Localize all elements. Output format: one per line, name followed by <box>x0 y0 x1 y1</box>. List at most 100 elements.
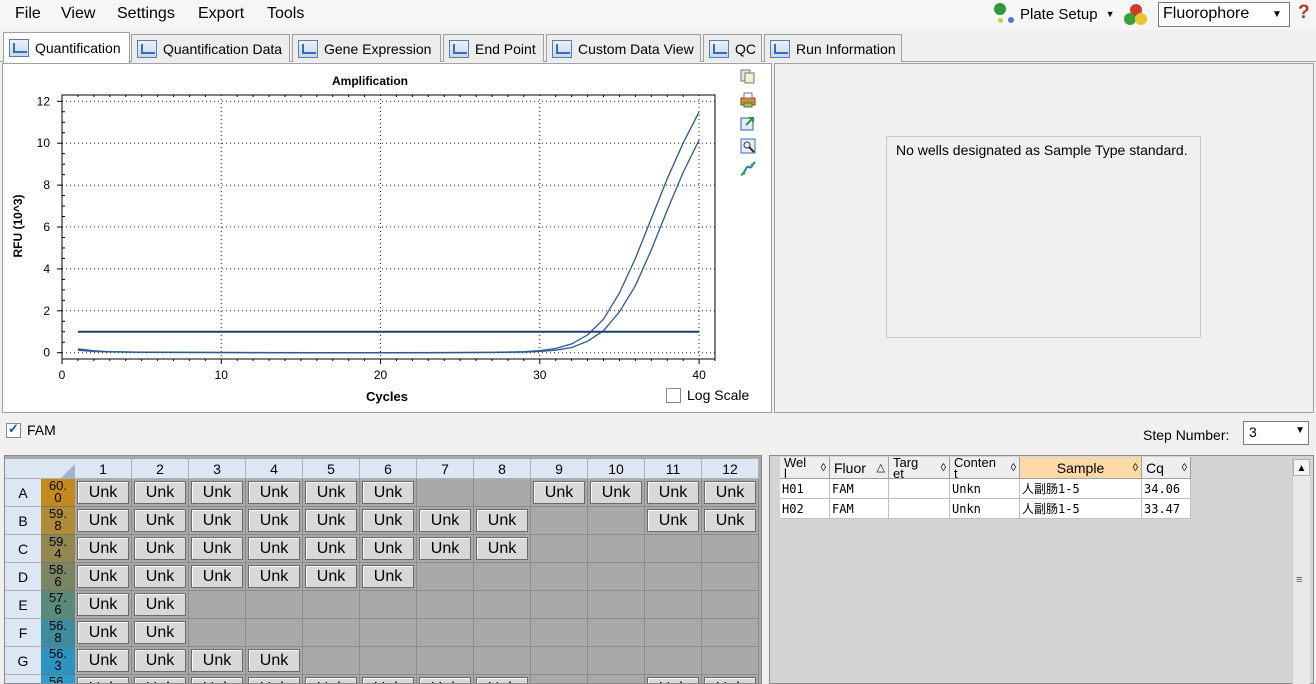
plate-well[interactable] <box>645 591 702 619</box>
results-column-header[interactable]: Sample ◊ <box>1020 457 1142 479</box>
plate-well[interactable]: Unk <box>246 535 303 563</box>
plate-column-header[interactable]: 12 <box>702 459 759 479</box>
plate-column-header[interactable]: 3 <box>189 459 246 479</box>
plate-well[interactable]: Unk <box>75 591 132 619</box>
plate-well[interactable]: Unk <box>645 675 702 683</box>
plate-well[interactable]: Unk <box>189 507 246 535</box>
plate-well[interactable]: Unk <box>303 675 360 683</box>
plate-well[interactable] <box>588 591 645 619</box>
sort-icon[interactable]: △ <box>877 457 885 478</box>
menu-tools[interactable]: Tools <box>267 5 304 23</box>
plate-well[interactable] <box>702 591 759 619</box>
plate-well[interactable]: Unk <box>246 647 303 675</box>
results-cell[interactable]: Unkn <box>950 479 1020 499</box>
results-cell[interactable]: FAM <box>830 499 889 519</box>
plate-row-header[interactable]: D <box>5 563 41 591</box>
plate-well[interactable] <box>588 647 645 675</box>
results-column-header[interactable]: Fluor △ <box>830 457 889 479</box>
plate-well[interactable]: Unk <box>303 507 360 535</box>
plate-column-header[interactable]: 10 <box>588 459 645 479</box>
tab-run-information[interactable]: Run Information <box>764 34 902 62</box>
plate-row-header[interactable]: C <box>5 535 41 563</box>
plate-well[interactable]: Unk <box>303 563 360 591</box>
plate-column-header[interactable]: 5 <box>303 459 360 479</box>
plate-well[interactable] <box>474 591 531 619</box>
plate-well[interactable] <box>360 647 417 675</box>
results-column-header[interactable]: Cq ◊ <box>1142 457 1191 479</box>
plate-well[interactable] <box>417 591 474 619</box>
sort-icon[interactable]: ◊ <box>1182 457 1187 478</box>
menu-file[interactable]: File <box>15 5 41 23</box>
tab-quantification-data[interactable]: Quantification Data <box>131 34 290 62</box>
results-cell[interactable]: 人副肠1-5 <box>1020 499 1142 519</box>
plate-well[interactable] <box>702 535 759 563</box>
plate-well[interactable]: Unk <box>246 563 303 591</box>
plate-row-header[interactable]: H <box>5 675 41 683</box>
plate-well[interactable]: Unk <box>189 479 246 507</box>
plate-well[interactable] <box>588 675 645 683</box>
plate-well[interactable]: Unk <box>303 479 360 507</box>
plate-well[interactable]: Unk <box>588 479 645 507</box>
log-scale-checkbox[interactable] <box>666 387 681 403</box>
plate-well[interactable] <box>531 591 588 619</box>
sort-icon[interactable]: ◊ <box>1011 457 1016 478</box>
fam-filter[interactable]: FAM <box>6 421 56 438</box>
sort-icon[interactable]: ◊ <box>941 457 946 478</box>
plate-well[interactable] <box>531 507 588 535</box>
results-cell[interactable]: 33.47 <box>1142 499 1191 519</box>
help-icon[interactable]: ? <box>1298 2 1310 24</box>
plate-well[interactable]: Unk <box>531 479 588 507</box>
plate-well[interactable] <box>588 507 645 535</box>
tab-qc[interactable]: QC <box>703 34 762 62</box>
menu-view[interactable]: View <box>61 5 95 23</box>
plate-well[interactable]: Unk <box>132 479 189 507</box>
plate-well[interactable]: Unk <box>246 507 303 535</box>
plate-well[interactable]: Unk <box>189 563 246 591</box>
plate-well[interactable]: Unk <box>303 535 360 563</box>
results-cell[interactable] <box>889 499 950 519</box>
plate-well[interactable]: Unk <box>702 507 759 535</box>
plate-well[interactable]: Unk <box>132 675 189 683</box>
tab-custom-data-view[interactable]: Custom Data View <box>546 34 701 62</box>
plate-row-header[interactable]: B <box>5 507 41 535</box>
plate-well[interactable]: Unk <box>189 535 246 563</box>
plate-well[interactable] <box>246 619 303 647</box>
plate-well[interactable]: Unk <box>189 675 246 683</box>
plate-well[interactable]: Unk <box>75 563 132 591</box>
plate-well[interactable] <box>702 563 759 591</box>
sort-icon[interactable]: ◊ <box>821 457 826 478</box>
plate-well[interactable]: Unk <box>132 619 189 647</box>
plate-well[interactable] <box>588 563 645 591</box>
plate-well[interactable] <box>189 591 246 619</box>
plate-well[interactable] <box>417 563 474 591</box>
plate-well[interactable]: Unk <box>702 479 759 507</box>
tab-quantification[interactable]: Quantification <box>3 32 130 63</box>
plate-well[interactable] <box>417 647 474 675</box>
plate-column-header[interactable]: 11 <box>645 459 702 479</box>
plate-well[interactable]: Unk <box>474 675 531 683</box>
plate-well[interactable] <box>702 619 759 647</box>
plate-well[interactable] <box>588 535 645 563</box>
plate-well[interactable] <box>531 619 588 647</box>
plate-well[interactable] <box>417 479 474 507</box>
results-scrollbar[interactable]: ▲ ≡ <box>1292 459 1310 684</box>
results-column-header[interactable]: Wel l ◊ <box>780 457 830 479</box>
plate-well[interactable] <box>189 619 246 647</box>
plate-corner[interactable] <box>5 459 75 479</box>
menu-settings[interactable]: Settings <box>117 5 175 23</box>
plate-well[interactable] <box>303 591 360 619</box>
plate-well[interactable]: Unk <box>474 535 531 563</box>
plate-setup-button[interactable]: Plate Setup ▼ <box>994 2 1114 26</box>
print-icon[interactable] <box>740 92 756 108</box>
results-cell[interactable]: H01 <box>780 479 830 499</box>
plate-well[interactable] <box>645 563 702 591</box>
plate-column-header[interactable]: 6 <box>360 459 417 479</box>
plate-column-header[interactable]: 2 <box>132 459 189 479</box>
plate-well[interactable]: Unk <box>417 535 474 563</box>
tab-gene-expression[interactable]: Gene Expression <box>292 34 441 62</box>
plate-well[interactable]: Unk <box>474 507 531 535</box>
curve-fit-icon[interactable] <box>740 161 756 177</box>
plate-well[interactable]: Unk <box>360 507 417 535</box>
plate-well[interactable] <box>474 563 531 591</box>
plate-well[interactable] <box>531 535 588 563</box>
